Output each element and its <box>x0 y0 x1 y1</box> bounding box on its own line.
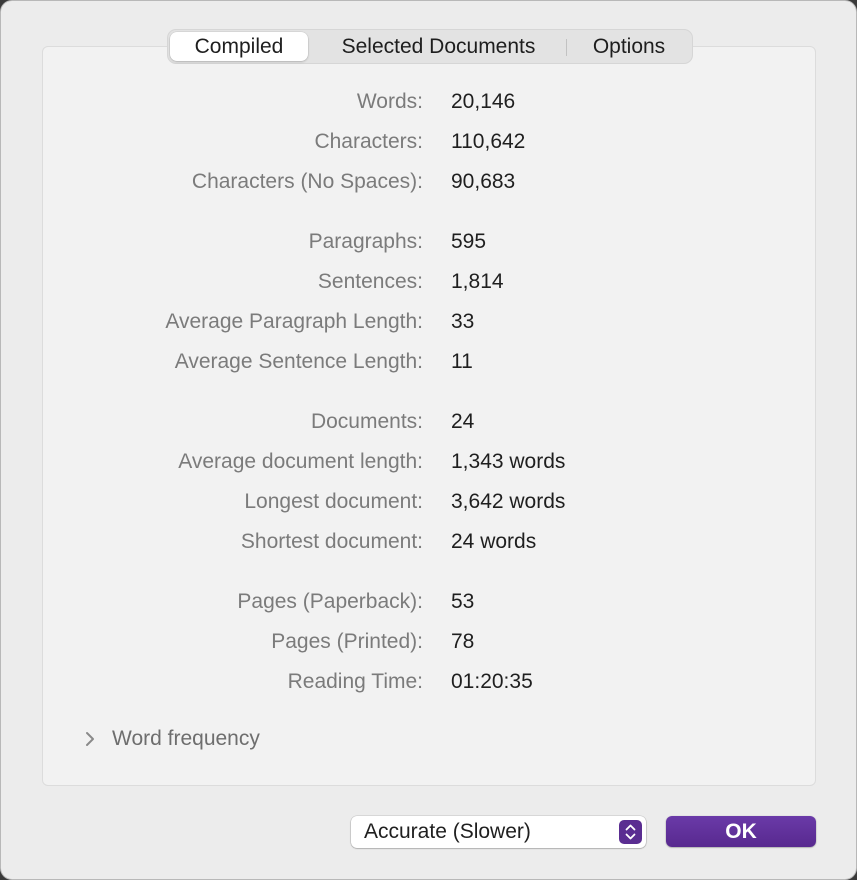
stat-value-longest-document: 3,642 words <box>451 490 566 513</box>
accuracy-popup-label: Accurate (Slower) <box>364 820 531 843</box>
stat-label-characters: Characters: <box>314 130 423 153</box>
up-down-chevron-icon <box>619 820 642 844</box>
stat-value-sentences: 1,814 <box>451 270 504 293</box>
stat-value-paragraphs: 595 <box>451 230 487 253</box>
stat-value-pages-printed: 78 <box>451 630 475 653</box>
stat-row-pages-paperback: Pages (Paperback): 53 <box>1 587 857 617</box>
stat-label-reading-time: Reading Time: <box>287 670 423 693</box>
tab-separator <box>566 39 567 56</box>
stat-row-reading-time: Reading Time: 01:20:35 <box>1 667 857 697</box>
chevron-right-icon[interactable] <box>79 728 101 750</box>
stat-row-characters-no-spaces: Characters (No Spaces): 90,683 <box>1 167 857 197</box>
stat-row-avg-sentence-length: Average Sentence Length: 11 <box>1 347 857 377</box>
stat-row-sentences: Sentences: 1,814 <box>1 267 857 297</box>
stat-value-avg-document-length: 1,343 words <box>451 450 566 473</box>
word-frequency-disclosure[interactable]: Word frequency <box>79 723 260 755</box>
stat-value-pages-paperback: 53 <box>451 590 475 613</box>
stat-label-paragraphs: Paragraphs: <box>308 230 423 253</box>
stat-label-characters-no-spaces: Characters (No Spaces): <box>191 170 423 193</box>
stat-row-paragraphs: Paragraphs: 595 <box>1 227 857 257</box>
statistics-window: Compiled Selected Documents Options Word… <box>0 0 857 880</box>
stat-label-documents: Documents: <box>310 410 423 433</box>
stat-value-avg-paragraph-length: 33 <box>451 310 475 333</box>
tab-options[interactable]: Options <box>570 30 688 63</box>
stat-value-avg-sentence-length: 11 <box>451 350 473 373</box>
tab-bar: Compiled Selected Documents Options <box>167 29 693 64</box>
stat-label-sentences: Sentences: <box>317 270 423 293</box>
tab-selected-documents[interactable]: Selected Documents <box>316 30 561 63</box>
stat-value-words: 20,146 <box>451 90 516 113</box>
stat-label-pages-paperback: Pages (Paperback): <box>237 590 423 613</box>
stat-label-avg-document-length: Average document length: <box>178 450 423 473</box>
stat-row-documents: Documents: 24 <box>1 407 857 437</box>
stat-row-characters: Characters: 110,642 <box>1 127 857 157</box>
stat-row-pages-printed: Pages (Printed): 78 <box>1 627 857 657</box>
stat-label-words: Words: <box>356 90 423 113</box>
accuracy-popup-button[interactable]: Accurate (Slower) <box>351 816 646 848</box>
stat-value-reading-time: 01:20:35 <box>451 670 533 693</box>
stat-value-documents: 24 <box>451 410 475 433</box>
stat-label-pages-printed: Pages (Printed): <box>271 630 423 653</box>
stat-value-shortest-document: 24 words <box>451 530 537 553</box>
stat-row-words: Words: 20,146 <box>1 87 857 117</box>
stat-label-shortest-document: Shortest document: <box>240 530 423 553</box>
word-frequency-label[interactable]: Word frequency <box>112 727 260 751</box>
tab-compiled[interactable]: Compiled <box>170 32 308 61</box>
stat-row-avg-paragraph-length: Average Paragraph Length: 33 <box>1 307 857 337</box>
stat-row-shortest-document: Shortest document: 24 words <box>1 527 857 557</box>
stat-label-avg-sentence-length: Average Sentence Length: <box>174 350 423 373</box>
stat-row-avg-document-length: Average document length: 1,343 words <box>1 447 857 477</box>
stat-value-characters: 110,642 <box>451 130 526 153</box>
stat-label-avg-paragraph-length: Average Paragraph Length: <box>165 310 423 333</box>
stat-label-longest-document: Longest document: <box>244 490 423 513</box>
stat-value-characters-no-spaces: 90,683 <box>451 170 516 193</box>
ok-button[interactable]: OK <box>666 816 816 847</box>
stat-row-longest-document: Longest document: 3,642 words <box>1 487 857 517</box>
